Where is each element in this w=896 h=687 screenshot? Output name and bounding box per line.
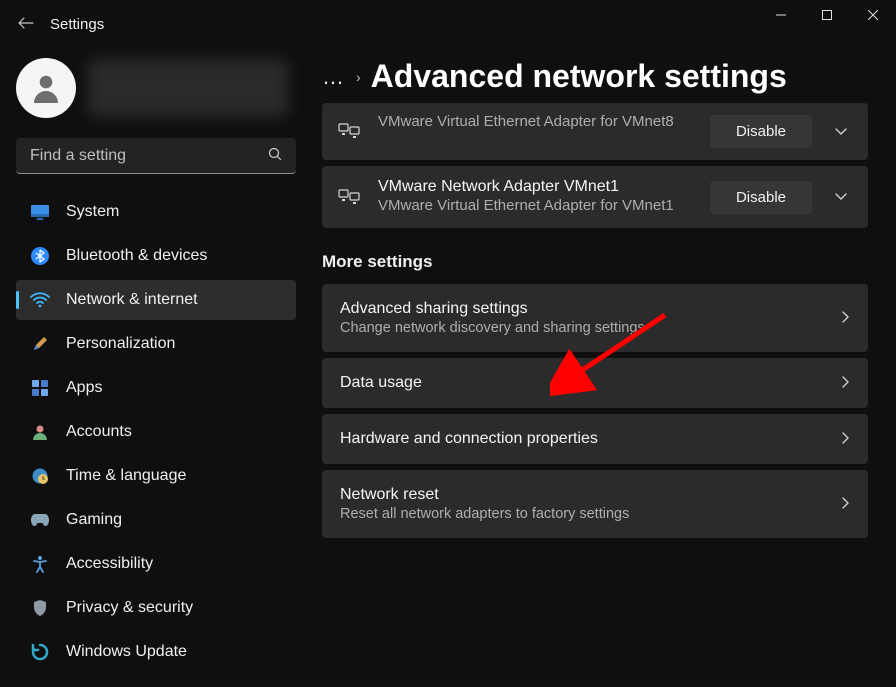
sidebar-item-system[interactable]: System xyxy=(16,192,296,232)
sidebar: System Bluetooth & devices Network & int… xyxy=(0,48,310,687)
sidebar-item-label: Accounts xyxy=(66,423,132,441)
sidebar-item-time[interactable]: Time & language xyxy=(16,456,296,496)
breadcrumb-ellipsis[interactable]: … xyxy=(322,64,346,90)
sidebar-item-privacy[interactable]: Privacy & security xyxy=(16,588,296,628)
accessibility-icon xyxy=(30,554,50,574)
brush-icon xyxy=(30,334,50,354)
chevron-right-icon xyxy=(842,496,850,512)
app-title: Settings xyxy=(50,16,104,33)
adapter-desc: VMware Virtual Ethernet Adapter for VMne… xyxy=(378,112,692,132)
main-content: … › Advanced network settings VMware Net… xyxy=(310,48,896,687)
chevron-right-icon xyxy=(842,310,850,326)
network-adapter-item[interactable]: VMware Network Adapter VMnet8 VMware Vir… xyxy=(322,103,868,160)
search-field[interactable] xyxy=(30,147,268,165)
nav: System Bluetooth & devices Network & int… xyxy=(16,192,296,672)
chevron-down-icon[interactable] xyxy=(830,123,852,141)
sidebar-item-accessibility[interactable]: Accessibility xyxy=(16,544,296,584)
setting-hardware-connection[interactable]: Hardware and connection properties xyxy=(322,414,868,464)
gamepad-icon xyxy=(30,510,50,530)
sidebar-item-label: System xyxy=(66,203,119,221)
close-button[interactable] xyxy=(850,0,896,30)
sidebar-item-label: Accessibility xyxy=(66,555,153,573)
sidebar-item-label: Apps xyxy=(66,379,102,397)
profile-name-redacted xyxy=(88,59,288,117)
profile[interactable] xyxy=(16,56,296,120)
sidebar-item-label: Privacy & security xyxy=(66,599,193,617)
setting-desc: Change network discovery and sharing set… xyxy=(340,320,830,336)
back-icon[interactable] xyxy=(18,16,34,32)
ethernet-icon xyxy=(338,186,360,209)
minimize-button[interactable] xyxy=(758,0,804,30)
maximize-button[interactable] xyxy=(804,0,850,30)
wifi-icon xyxy=(30,290,50,310)
page-title: Advanced network settings xyxy=(371,58,787,95)
setting-network-reset[interactable]: Network reset Reset all network adapters… xyxy=(322,470,868,538)
sidebar-item-apps[interactable]: Apps xyxy=(16,368,296,408)
setting-data-usage[interactable]: Data usage xyxy=(322,358,868,408)
sidebar-item-personalization[interactable]: Personalization xyxy=(16,324,296,364)
chevron-right-icon: › xyxy=(356,69,361,85)
chevron-right-icon xyxy=(842,431,850,447)
sidebar-item-label: Network & internet xyxy=(66,291,198,309)
shield-icon xyxy=(30,598,50,618)
apps-icon xyxy=(30,378,50,398)
setting-desc: Reset all network adapters to factory se… xyxy=(340,506,830,522)
sidebar-item-label: Gaming xyxy=(66,511,122,529)
setting-name: Data usage xyxy=(340,374,830,392)
sidebar-item-network[interactable]: Network & internet xyxy=(16,280,296,320)
setting-name: Hardware and connection properties xyxy=(340,430,830,448)
more-settings-heading: More settings xyxy=(322,252,868,272)
breadcrumb: … › Advanced network settings xyxy=(322,58,868,95)
chevron-right-icon xyxy=(842,375,850,391)
titlebar: Settings xyxy=(0,0,896,48)
sidebar-item-accounts[interactable]: Accounts xyxy=(16,412,296,452)
update-icon xyxy=(30,642,50,662)
sidebar-item-update[interactable]: Windows Update xyxy=(16,632,296,672)
bluetooth-icon xyxy=(30,246,50,266)
adapter-desc: VMware Virtual Ethernet Adapter for VMne… xyxy=(378,196,692,216)
sidebar-item-label: Time & language xyxy=(66,467,186,485)
chevron-down-icon[interactable] xyxy=(830,188,852,206)
setting-advanced-sharing[interactable]: Advanced sharing settings Change network… xyxy=(322,284,868,352)
globe-clock-icon xyxy=(30,466,50,486)
sidebar-item-label: Personalization xyxy=(66,335,175,353)
window-controls xyxy=(758,0,896,30)
ethernet-icon xyxy=(338,120,360,143)
disable-button[interactable]: Disable xyxy=(710,181,812,214)
sidebar-item-label: Bluetooth & devices xyxy=(66,247,207,265)
search-icon xyxy=(268,147,282,164)
monitor-icon xyxy=(30,202,50,222)
adapter-name: VMware Network Adapter VMnet1 xyxy=(378,178,692,196)
sidebar-item-gaming[interactable]: Gaming xyxy=(16,500,296,540)
setting-name: Network reset xyxy=(340,486,830,504)
sidebar-item-label: Windows Update xyxy=(66,643,187,661)
network-adapter-item[interactable]: VMware Network Adapter VMnet1 VMware Vir… xyxy=(322,166,868,228)
disable-button[interactable]: Disable xyxy=(710,115,812,148)
search-input[interactable] xyxy=(16,138,296,174)
user-icon xyxy=(30,422,50,442)
setting-name: Advanced sharing settings xyxy=(340,300,830,318)
sidebar-item-bluetooth[interactable]: Bluetooth & devices xyxy=(16,236,296,276)
avatar xyxy=(16,58,76,118)
